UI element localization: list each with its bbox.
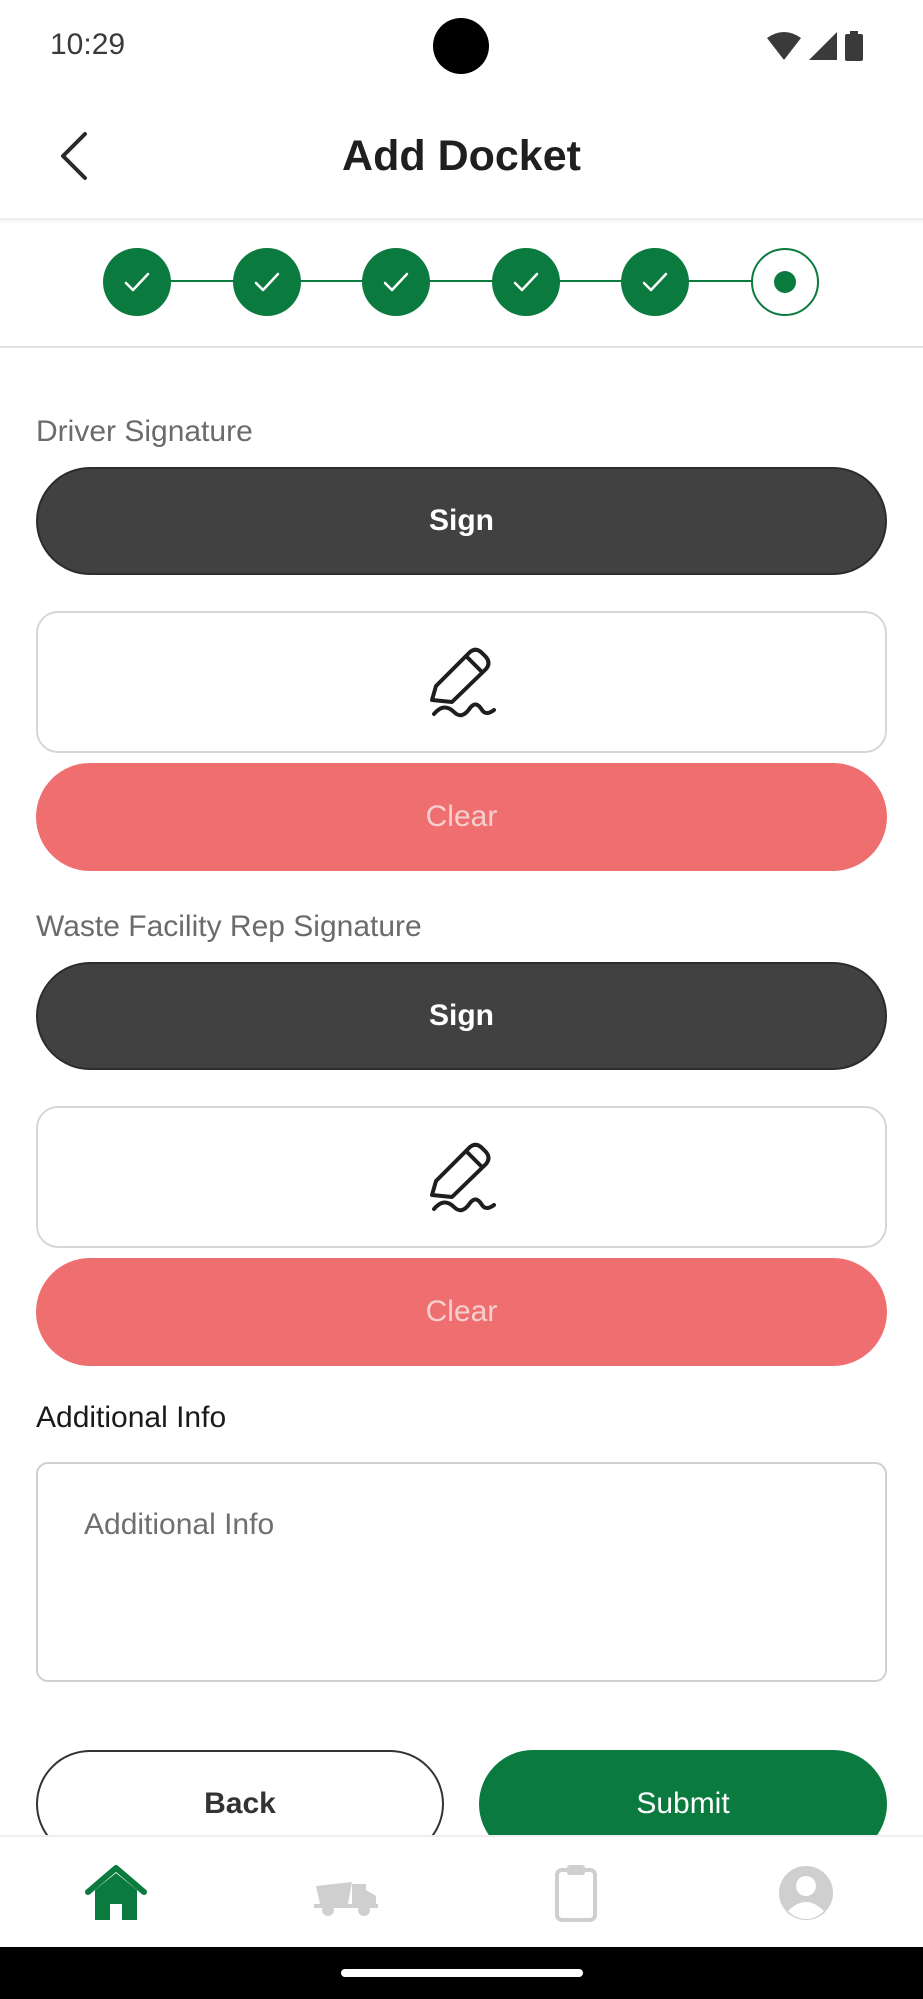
additional-info-label: Additional Info [36,1401,227,1434]
nav-dockets[interactable] [536,1855,616,1931]
home-icon [85,1865,147,1920]
driver-clear-button[interactable]: Clear [36,763,887,871]
driver-signature-label: Driver Signature [36,415,253,448]
home-gesture-pill[interactable] [341,1969,583,1977]
step-3-complete [362,248,430,316]
nav-profile[interactable] [766,1855,846,1931]
camera-cutout [433,18,489,74]
signature-pen-icon [429,1142,496,1213]
skip-truck-icon [314,1882,378,1916]
checkmark-icon [254,272,280,292]
facility-clear-button[interactable]: Clear [36,1258,887,1366]
wifi-icon [767,32,801,60]
step-5-complete [621,248,689,316]
checkmark-icon [513,272,539,292]
profile-icon [779,1866,833,1920]
step-4-complete [492,248,560,316]
bottom-nav [0,1835,923,1947]
step-2-complete [233,248,301,316]
clipboard-icon [555,1865,597,1922]
driver-signature-pad[interactable] [36,611,887,753]
status-bar: 10:29 [0,0,923,96]
checkmark-icon [383,272,409,292]
nav-skip-truck[interactable] [306,1855,386,1931]
battery-icon [845,31,863,61]
step-6-current [751,248,819,316]
facility-sign-button[interactable]: Sign [36,962,887,1070]
checkmark-icon [124,272,150,292]
status-icons [767,30,863,62]
driver-sign-button[interactable]: Sign [36,467,887,575]
facility-signature-label: Waste Facility Rep Signature [36,910,422,943]
stepper-divider [0,346,923,348]
signal-icon [809,32,837,60]
app-header: Add Docket [0,96,923,220]
page-title: Add Docket [342,132,581,180]
current-step-dot [774,271,796,293]
step-1-complete [103,248,171,316]
additional-info-input[interactable]: Additional Info [36,1462,887,1682]
signature-pen-icon [429,647,496,718]
facility-signature-pad[interactable] [36,1106,887,1248]
status-time: 10:29 [50,28,126,61]
system-gesture-bar [0,1947,923,1999]
checkmark-icon [642,272,668,292]
nav-home[interactable] [76,1855,156,1931]
